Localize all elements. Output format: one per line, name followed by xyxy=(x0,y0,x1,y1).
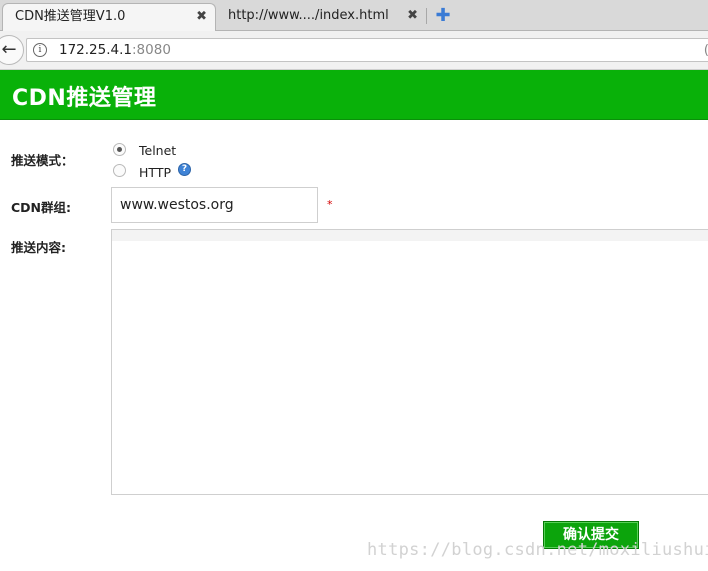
address-bar[interactable]: i 172.25.4.1:8080 ( xyxy=(26,38,708,62)
browser-tab-bar: CDN推送管理V1.0 ✖ http://www..../index.html … xyxy=(0,0,708,31)
cdn-group-label: CDN群组: xyxy=(11,200,72,215)
radio-http[interactable] xyxy=(113,164,126,177)
tab-title: CDN推送管理V1.0 xyxy=(15,9,126,24)
page-title: CDN推送管理 xyxy=(12,86,157,111)
push-content-textarea[interactable] xyxy=(111,229,708,495)
urlbar-edge-mark: ( xyxy=(704,39,708,61)
info-icon[interactable]: i xyxy=(33,43,47,57)
tab-cdn-manager[interactable]: CDN推送管理V1.0 ✖ xyxy=(2,3,216,31)
tab-title: http://www..../index.html xyxy=(228,8,389,23)
help-icon[interactable]: ? xyxy=(178,163,191,176)
push-mode-label: 推送模式： xyxy=(11,153,74,168)
tab-divider xyxy=(426,8,427,24)
back-arrow-icon[interactable]: ← xyxy=(0,35,24,65)
radio-telnet-label[interactable]: Telnet xyxy=(139,143,176,158)
new-tab-icon[interactable]: ✚ xyxy=(432,4,454,28)
watermark: https://blog.csdn.net/moxiliushui xyxy=(367,540,708,560)
cdn-group-input[interactable]: www.westos.org xyxy=(111,187,318,223)
url-text: 172.25.4.1:8080 xyxy=(59,39,171,61)
radio-http-label[interactable]: HTTP xyxy=(139,165,171,180)
tab-index-html[interactable]: http://www..../index.html ✖ xyxy=(216,3,426,31)
required-marker: * xyxy=(327,198,333,211)
push-content-label: 推送内容: xyxy=(11,240,66,255)
radio-telnet[interactable] xyxy=(113,143,126,156)
textarea-top-strip xyxy=(112,230,708,241)
url-port: :8080 xyxy=(132,42,171,58)
browser-nav-bar: ← i 172.25.4.1:8080 ( xyxy=(0,31,708,70)
page-header: CDN推送管理 xyxy=(0,70,708,120)
url-host: 172.25.4.1 xyxy=(59,42,132,58)
close-icon[interactable]: ✖ xyxy=(407,3,418,29)
submit-button[interactable]: 确认提交 xyxy=(543,521,639,549)
close-icon[interactable]: ✖ xyxy=(196,4,207,30)
